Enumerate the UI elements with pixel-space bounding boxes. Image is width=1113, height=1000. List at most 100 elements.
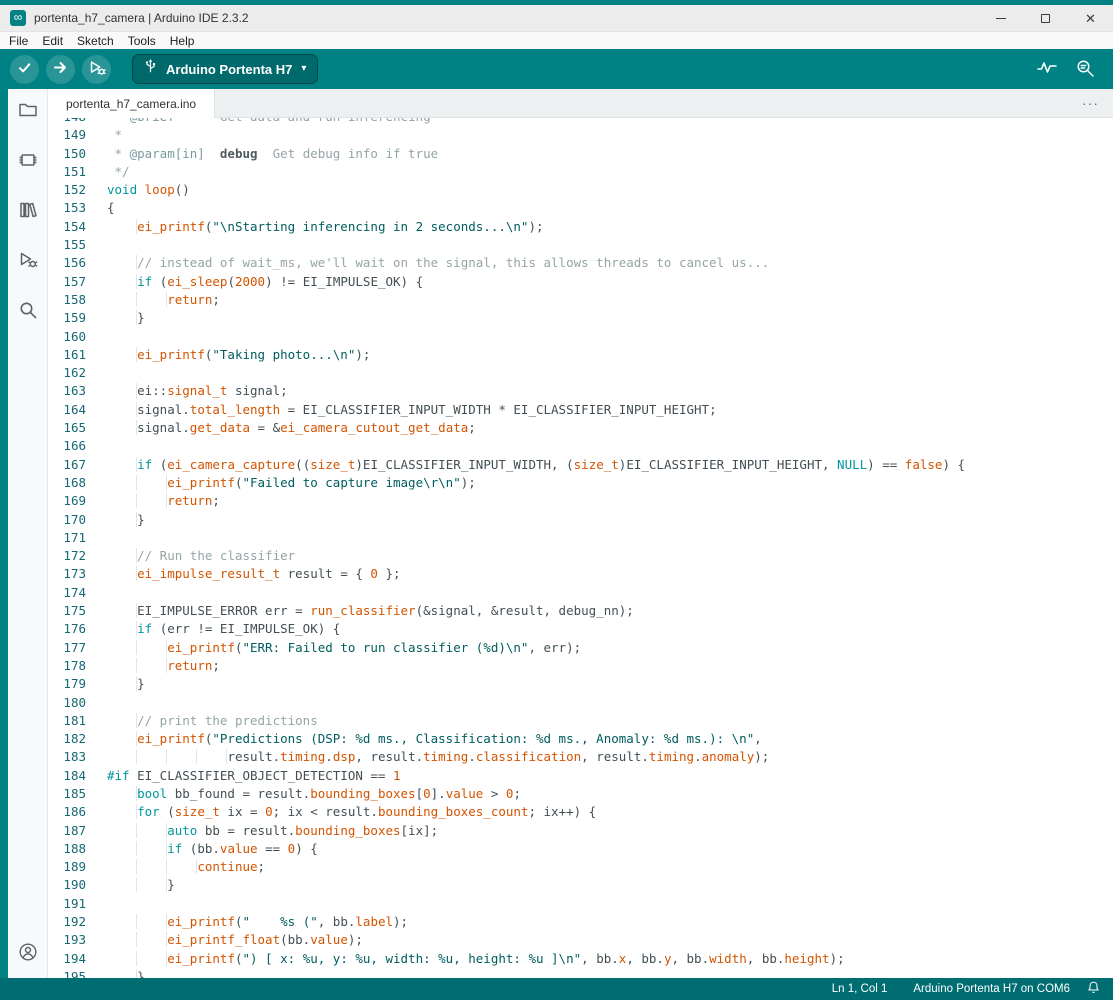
line-number[interactable]: 170 bbox=[48, 511, 107, 529]
line-number[interactable]: 181 bbox=[48, 712, 107, 730]
code-line[interactable]: 187 auto bb = result.bounding_boxes[ix]; bbox=[48, 822, 1113, 840]
code-line[interactable]: 167 if (ei_camera_capture((size_t)EI_CLA… bbox=[48, 456, 1113, 474]
line-number[interactable]: 149 bbox=[48, 126, 107, 144]
line-number[interactable]: 169 bbox=[48, 492, 107, 510]
code-line[interactable]: 158 return; bbox=[48, 291, 1113, 309]
notifications-bell-button[interactable] bbox=[1086, 980, 1101, 998]
code-line[interactable]: 154 ei_printf("\nStarting inferencing in… bbox=[48, 218, 1113, 236]
code-line[interactable]: 156 // instead of wait_ms, we'll wait on… bbox=[48, 254, 1113, 272]
code-line[interactable]: 160 bbox=[48, 328, 1113, 346]
menu-sketch[interactable]: Sketch bbox=[70, 32, 121, 49]
code-line[interactable]: 152void loop() bbox=[48, 181, 1113, 199]
tab-portenta-h7-camera[interactable]: portenta_h7_camera.ino bbox=[48, 89, 215, 118]
code-line[interactable]: 192 ei_printf(" %s (", bb.label); bbox=[48, 913, 1113, 931]
code-line[interactable]: 163 ei::signal_t signal; bbox=[48, 382, 1113, 400]
code-line[interactable]: 151 */ bbox=[48, 163, 1113, 181]
line-number[interactable]: 191 bbox=[48, 895, 107, 913]
minimize-button[interactable] bbox=[978, 5, 1023, 31]
line-number[interactable]: 168 bbox=[48, 474, 107, 492]
line-number[interactable]: 163 bbox=[48, 382, 107, 400]
line-number[interactable]: 155 bbox=[48, 236, 107, 254]
code-line[interactable]: 173 ei_impulse_result_t result = { 0 }; bbox=[48, 565, 1113, 583]
sidebar-item-debug[interactable] bbox=[15, 248, 41, 274]
line-number[interactable]: 176 bbox=[48, 620, 107, 638]
code-line[interactable]: 180 bbox=[48, 694, 1113, 712]
line-number[interactable]: 162 bbox=[48, 364, 107, 382]
menu-edit[interactable]: Edit bbox=[35, 32, 70, 49]
code-line[interactable]: 176 if (err != EI_IMPULSE_OK) { bbox=[48, 620, 1113, 638]
code-line[interactable]: 149 * bbox=[48, 126, 1113, 144]
line-number[interactable]: 188 bbox=[48, 840, 107, 858]
code-line[interactable]: 195 } bbox=[48, 968, 1113, 978]
sidebar-item-library-manager[interactable] bbox=[15, 198, 41, 224]
line-number[interactable]: 164 bbox=[48, 401, 107, 419]
code-line[interactable]: 183 result.timing.dsp, result.timing.cla… bbox=[48, 748, 1113, 766]
board-selector-dropdown[interactable]: Arduino Portenta H7 ▾ bbox=[132, 54, 318, 84]
line-number[interactable]: 153 bbox=[48, 199, 107, 217]
line-number[interactable]: 187 bbox=[48, 822, 107, 840]
line-number[interactable]: 179 bbox=[48, 675, 107, 693]
code-line[interactable]: 169 return; bbox=[48, 492, 1113, 510]
line-number[interactable]: 177 bbox=[48, 639, 107, 657]
sidebar-item-boards-manager[interactable] bbox=[15, 148, 41, 174]
line-number[interactable]: 166 bbox=[48, 437, 107, 455]
code-line[interactable]: 150 * @param[in] debug Get debug info if… bbox=[48, 145, 1113, 163]
code-line[interactable]: 168 ei_printf("Failed to capture image\r… bbox=[48, 474, 1113, 492]
line-number[interactable]: 157 bbox=[48, 273, 107, 291]
line-number[interactable]: 158 bbox=[48, 291, 107, 309]
line-number[interactable]: 190 bbox=[48, 876, 107, 894]
menu-tools[interactable]: Tools bbox=[121, 32, 163, 49]
cursor-position-indicator[interactable]: Ln 1, Col 1 bbox=[832, 983, 888, 995]
line-number[interactable]: 183 bbox=[48, 748, 107, 766]
line-number[interactable]: 154 bbox=[48, 218, 107, 236]
sidebar-item-search[interactable] bbox=[15, 298, 41, 324]
line-number[interactable]: 151 bbox=[48, 163, 107, 181]
upload-button[interactable] bbox=[46, 55, 75, 84]
line-number[interactable]: 185 bbox=[48, 785, 107, 803]
debug-button[interactable] bbox=[82, 55, 111, 84]
code-line[interactable]: 189 continue; bbox=[48, 858, 1113, 876]
code-editor[interactable]: 148 * @brief Get data and run inferencin… bbox=[48, 118, 1113, 978]
sidebar-item-sketchbook-folder[interactable] bbox=[15, 98, 41, 124]
board-port-status[interactable]: Arduino Portenta H7 on COM6 bbox=[913, 983, 1070, 995]
line-number[interactable]: 159 bbox=[48, 309, 107, 327]
line-number[interactable]: 171 bbox=[48, 529, 107, 547]
menu-file[interactable]: File bbox=[2, 32, 35, 49]
line-number[interactable]: 152 bbox=[48, 181, 107, 199]
code-line[interactable]: 181 // print the predictions bbox=[48, 712, 1113, 730]
line-number[interactable]: 182 bbox=[48, 730, 107, 748]
maximize-button[interactable] bbox=[1023, 5, 1068, 31]
line-number[interactable]: 173 bbox=[48, 565, 107, 583]
line-number[interactable]: 178 bbox=[48, 657, 107, 675]
code-line[interactable]: 172 // Run the classifier bbox=[48, 547, 1113, 565]
code-line[interactable]: 165 signal.get_data = &ei_camera_cutout_… bbox=[48, 419, 1113, 437]
code-line[interactable]: 175 EI_IMPULSE_ERROR err = run_classifie… bbox=[48, 602, 1113, 620]
code-line[interactable]: 184#if EI_CLASSIFIER_OBJECT_DETECTION ==… bbox=[48, 767, 1113, 785]
code-line[interactable]: 178 return; bbox=[48, 657, 1113, 675]
line-number[interactable]: 165 bbox=[48, 419, 107, 437]
line-number[interactable]: 156 bbox=[48, 254, 107, 272]
code-line[interactable]: 157 if (ei_sleep(2000) != EI_IMPULSE_OK)… bbox=[48, 273, 1113, 291]
code-line[interactable]: 191 bbox=[48, 895, 1113, 913]
code-line[interactable]: 188 if (bb.value == 0) { bbox=[48, 840, 1113, 858]
line-number[interactable]: 167 bbox=[48, 456, 107, 474]
code-line[interactable]: 193 ei_printf_float(bb.value); bbox=[48, 931, 1113, 949]
code-line[interactable]: 190 } bbox=[48, 876, 1113, 894]
line-number[interactable]: 175 bbox=[48, 602, 107, 620]
line-number[interactable]: 189 bbox=[48, 858, 107, 876]
line-number[interactable]: 186 bbox=[48, 803, 107, 821]
line-number[interactable]: 150 bbox=[48, 145, 107, 163]
code-line[interactable]: 153{ bbox=[48, 199, 1113, 217]
line-number[interactable]: 172 bbox=[48, 547, 107, 565]
serial-plotter-button[interactable] bbox=[1033, 55, 1061, 83]
line-number[interactable]: 184 bbox=[48, 767, 107, 785]
line-number[interactable]: 174 bbox=[48, 584, 107, 602]
menu-help[interactable]: Help bbox=[163, 32, 202, 49]
code-line[interactable]: 162 bbox=[48, 364, 1113, 382]
serial-monitor-button[interactable] bbox=[1071, 55, 1099, 83]
line-number[interactable]: 192 bbox=[48, 913, 107, 931]
code-line[interactable]: 170 } bbox=[48, 511, 1113, 529]
code-line[interactable]: 185 bool bb_found = result.bounding_boxe… bbox=[48, 785, 1113, 803]
line-number[interactable]: 148 bbox=[48, 118, 107, 126]
line-number[interactable]: 161 bbox=[48, 346, 107, 364]
